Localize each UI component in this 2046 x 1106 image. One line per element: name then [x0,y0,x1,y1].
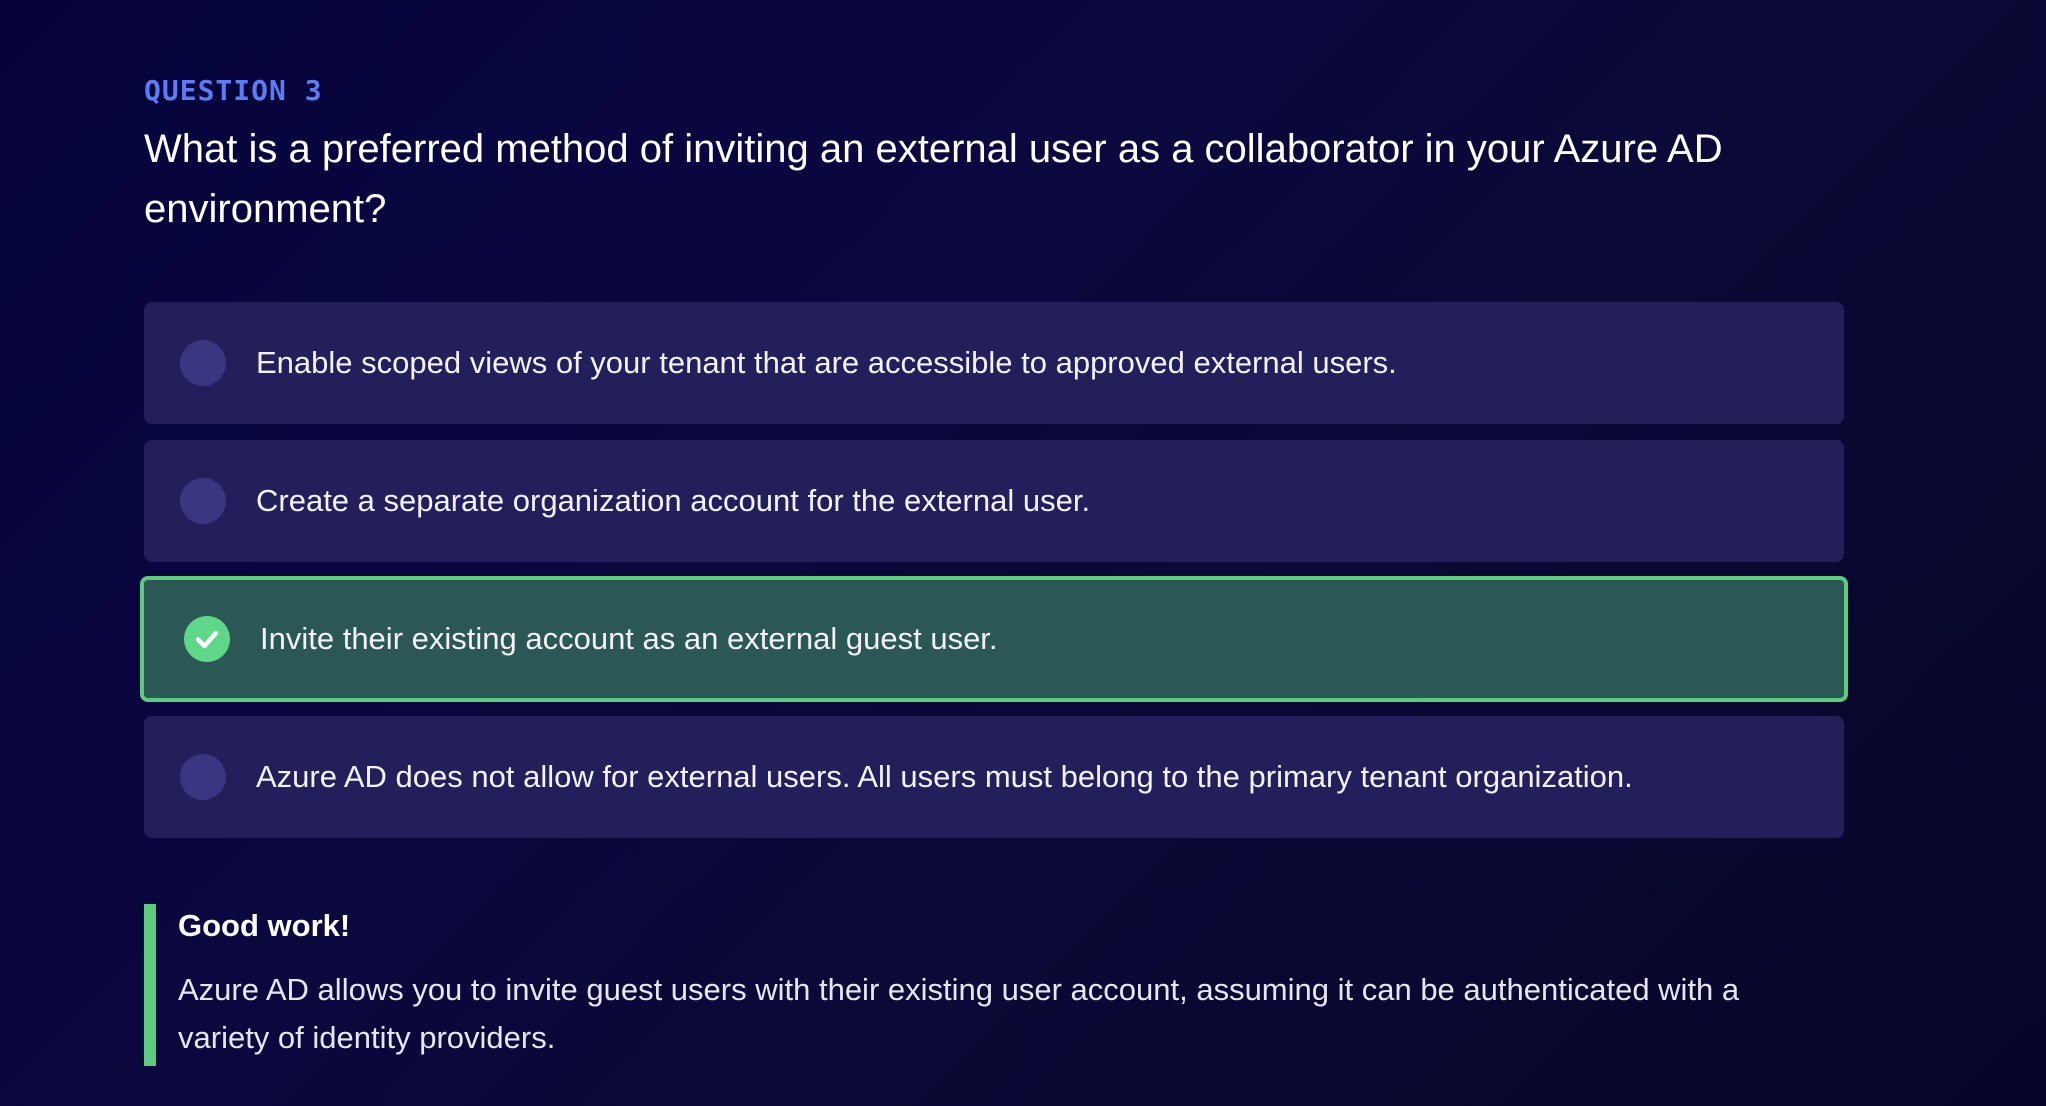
answer-option-label: Invite their existing account as an exte… [260,621,998,656]
radio-empty-icon[interactable] [180,754,226,800]
answer-options: Enable scoped views of your tenant that … [140,302,1848,854]
answer-option-4[interactable]: Azure AD does not allow for external use… [144,716,1844,838]
answer-option-label: Azure AD does not allow for external use… [256,759,1633,794]
feedback-explanation: Azure AD allows you to invite guest user… [178,972,1740,1055]
answer-option-label: Enable scoped views of your tenant that … [256,345,1397,380]
question-header: QUESTION 3 What is a preferred method of… [144,74,1844,239]
answer-option-1[interactable]: Enable scoped views of your tenant that … [144,302,1844,424]
radio-empty-icon[interactable] [180,478,226,524]
feedback-panel: Good work! Azure AD allows you to invite… [144,904,1844,1066]
answer-option-2[interactable]: Create a separate organization account f… [144,440,1844,562]
checkmark-icon [195,630,219,649]
answer-option-label: Create a separate organization account f… [256,483,1091,518]
radio-empty-icon[interactable] [180,340,226,386]
question-text: What is a preferred method of inviting a… [144,127,1723,231]
answer-option-3-correct[interactable]: Invite their existing account as an exte… [140,576,1848,702]
question-number-label: QUESTION 3 [144,74,323,107]
check-circle-icon[interactable] [184,616,230,662]
feedback-title: Good work! [178,908,351,943]
